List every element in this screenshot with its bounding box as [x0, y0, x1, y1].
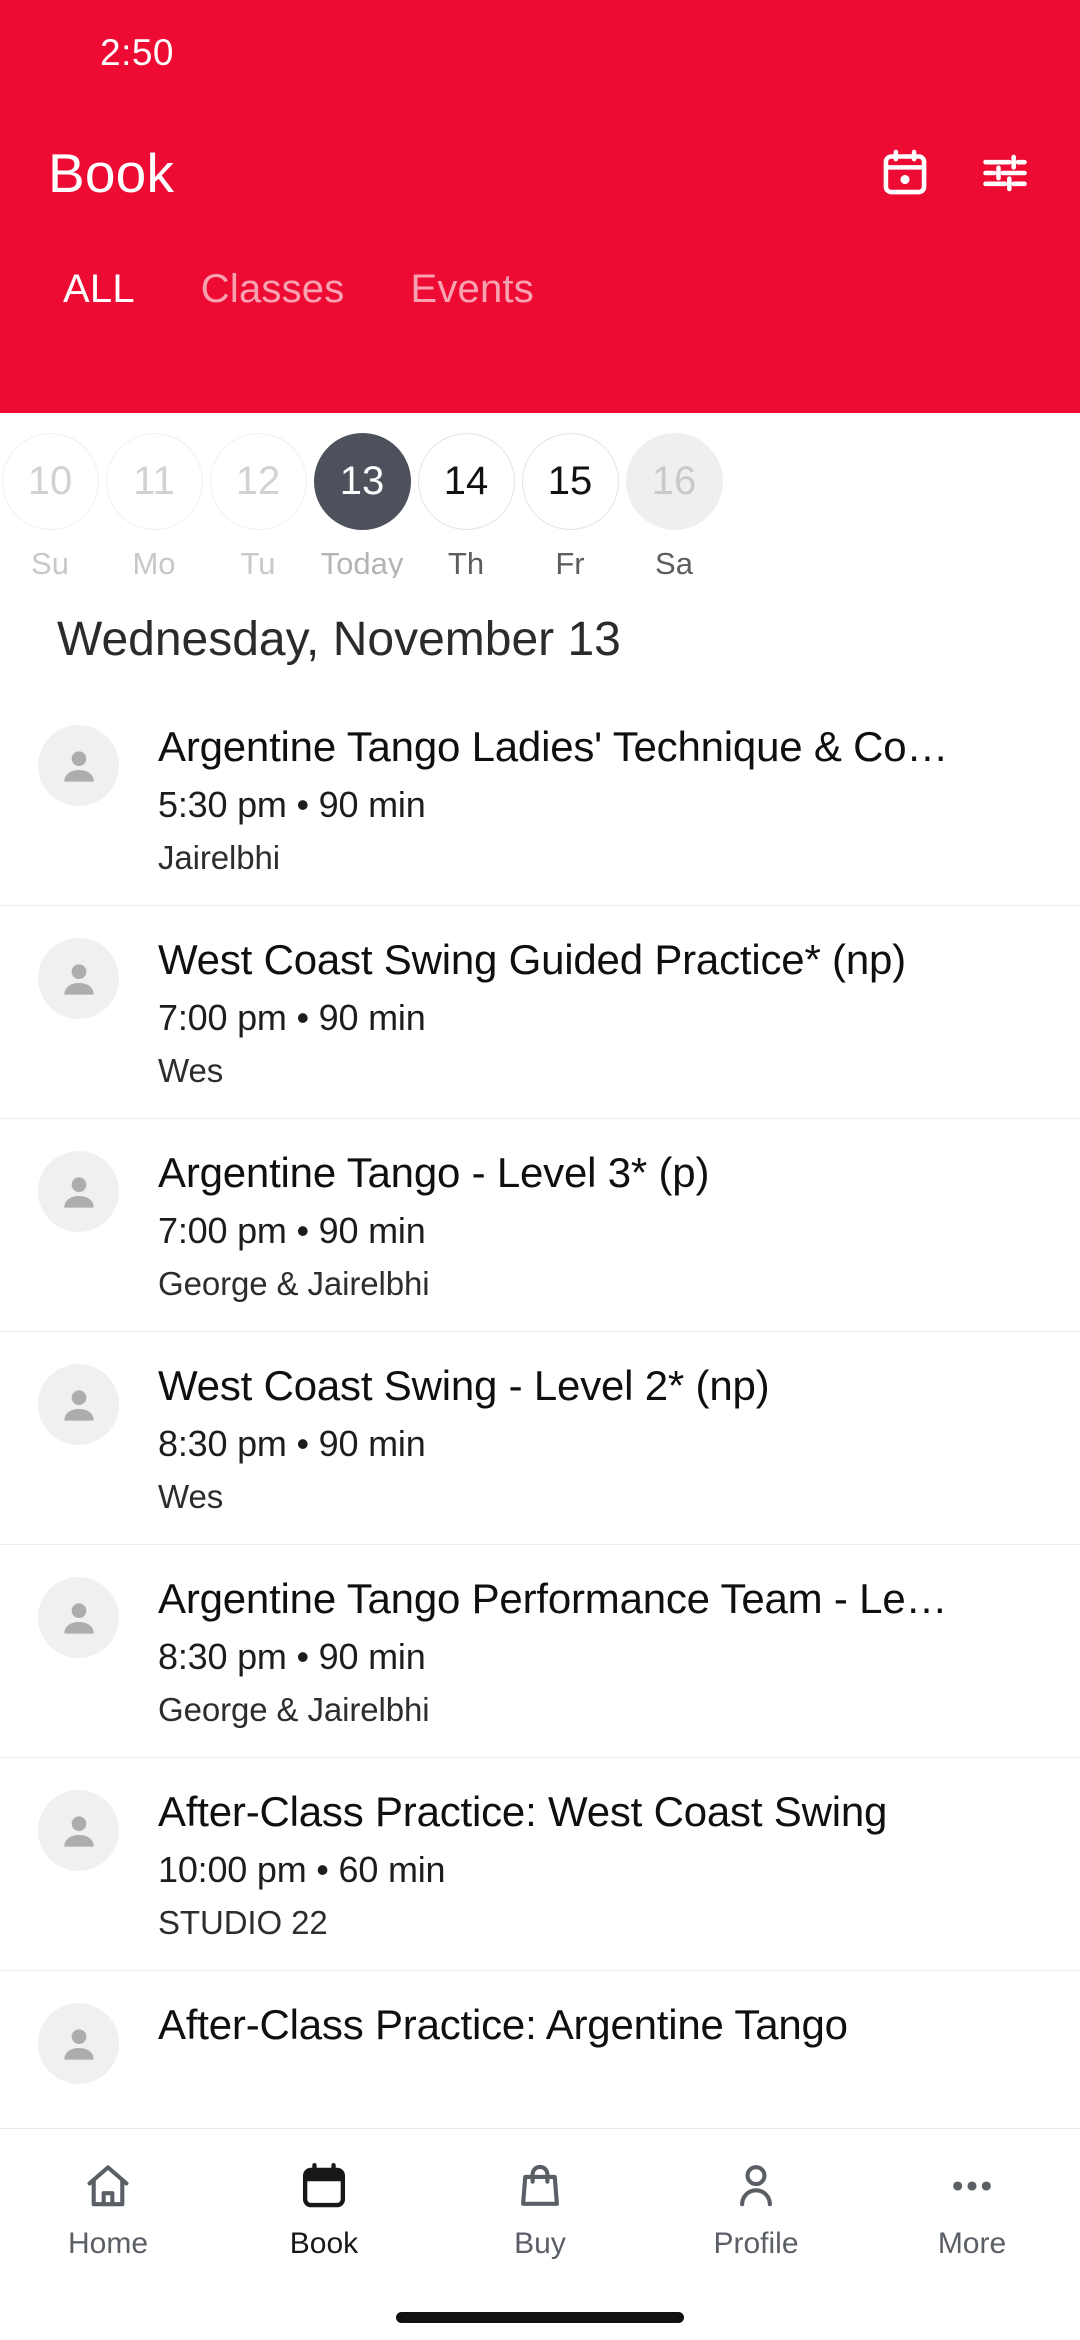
- home-indicator: [0, 2294, 1080, 2340]
- class-title: Argentine Tango Performance Team - Le…: [158, 1575, 948, 1622]
- class-time-duration: 5:30 pm • 90 min: [158, 784, 426, 825]
- class-title: West Coast Swing Guided Practice* (np): [158, 936, 906, 983]
- class-instructor: George & Jairelbhi: [158, 1691, 430, 1728]
- date-cell-10[interactable]: 10 Su: [0, 433, 102, 578]
- date-cell-16[interactable]: 16 Sa: [622, 433, 726, 578]
- class-list-item[interactable]: After-Class Practice: West Coast Swing 1…: [0, 1757, 1080, 1970]
- nav-item-more[interactable]: More: [864, 2155, 1080, 2261]
- status-bar-clock: 2:50: [100, 31, 175, 73]
- tab-all[interactable]: ALL: [30, 262, 168, 316]
- home-icon: [82, 2155, 134, 2217]
- category-tabs: ALL Classes Events: [0, 262, 1080, 316]
- date-weekday-label: Mo: [132, 546, 176, 578]
- date-circle-selected[interactable]: 13: [313, 433, 411, 530]
- class-list-item[interactable]: West Coast Swing - Level 2* (np) 8:30 pm…: [0, 1331, 1080, 1544]
- class-details: After-Class Practice: West Coast Swing 1…: [119, 1786, 1050, 1942]
- avatar: [38, 938, 119, 1019]
- avatar: [38, 1577, 119, 1658]
- filter-icon[interactable]: [974, 142, 1036, 204]
- date-cell-11[interactable]: 11 Mo: [102, 433, 206, 578]
- class-instructor: Wes: [158, 1052, 224, 1089]
- class-title: Argentine Tango - Level 3* (p): [158, 1149, 710, 1196]
- app-header: 2:50 Book ALL Classes Events: [0, 0, 1080, 413]
- class-list-item-partial[interactable]: After-Class Practice: Argentine Tango: [0, 1970, 1080, 2113]
- nav-label: Buy: [514, 2227, 566, 2260]
- class-time-duration: 8:30 pm • 90 min: [158, 1423, 426, 1464]
- tab-events[interactable]: Events: [377, 262, 567, 316]
- nav-item-home[interactable]: Home: [0, 2155, 216, 2261]
- tab-classes[interactable]: Classes: [168, 262, 378, 316]
- date-weekday-label: Fr: [555, 546, 585, 578]
- date-weekday-label: Today: [320, 546, 404, 578]
- date-weekday-label: Th: [447, 546, 485, 578]
- status-bar: 2:50: [0, 0, 1080, 105]
- date-circle[interactable]: 11: [105, 433, 203, 530]
- date-weekday-label: Su: [31, 546, 69, 578]
- class-title: After-Class Practice: West Coast Swing: [158, 1788, 888, 1835]
- date-picker-strip[interactable]: 10 Su 11 Mo 12 Tu 13 Today 14 Th 15 Fr 1…: [0, 413, 1080, 578]
- nav-label: Book: [289, 2227, 359, 2260]
- ellipsis-icon: [946, 2155, 998, 2217]
- date-cell-15[interactable]: 15 Fr: [518, 433, 622, 578]
- nav-item-profile[interactable]: Profile: [648, 2155, 864, 2261]
- class-instructor: STUDIO 22: [158, 1904, 328, 1941]
- class-details: Argentine Tango Ladies' Technique & Co… …: [119, 721, 1050, 877]
- class-time-duration: 10:00 pm • 60 min: [158, 1849, 446, 1890]
- avatar: [38, 1364, 119, 1445]
- nav-label: Home: [67, 2227, 149, 2260]
- person-icon: [730, 2155, 782, 2217]
- date-weekday-label: Tu: [240, 546, 276, 578]
- selected-date-heading: Wednesday, November 13: [57, 613, 621, 666]
- class-instructor: Wes: [158, 1478, 224, 1515]
- avatar: [38, 2003, 119, 2084]
- date-circle[interactable]: 10: [1, 433, 99, 530]
- class-instructor: George & Jairelbhi: [158, 1265, 430, 1302]
- app-bar-actions: [874, 142, 1036, 204]
- date-circle[interactable]: 15: [521, 433, 619, 530]
- bottom-nav-items: Home Book Buy Profile More: [0, 2129, 1080, 2294]
- calendar-icon: [298, 2155, 350, 2217]
- nav-item-book[interactable]: Book: [216, 2155, 432, 2261]
- nav-label: More: [937, 2227, 1007, 2260]
- nav-item-buy[interactable]: Buy: [432, 2155, 648, 2261]
- date-cell-14[interactable]: 14 Th: [414, 433, 518, 578]
- class-details: After-Class Practice: Argentine Tango: [119, 1999, 1050, 2051]
- class-list-item[interactable]: Argentine Tango Performance Team - Le… 8…: [0, 1544, 1080, 1757]
- class-title: Argentine Tango Ladies' Technique & Co…: [158, 723, 949, 770]
- app-screen: 2:50 Book ALL Classes Events 10 Su 11 Mo…: [0, 0, 1080, 2340]
- class-details: West Coast Swing - Level 2* (np) 8:30 pm…: [119, 1360, 1050, 1516]
- date-cell-12[interactable]: 12 Tu: [206, 433, 310, 578]
- avatar: [38, 1790, 119, 1871]
- class-list-item[interactable]: Argentine Tango Ladies' Technique & Co… …: [0, 693, 1080, 905]
- date-cell-13-today[interactable]: 13 Today: [310, 433, 414, 578]
- class-title: After-Class Practice: Argentine Tango: [158, 2001, 848, 2048]
- class-details: West Coast Swing Guided Practice* (np) 7…: [119, 934, 1050, 1090]
- class-title: West Coast Swing - Level 2* (np): [158, 1362, 770, 1409]
- app-bar: Book: [0, 105, 1080, 240]
- date-circle[interactable]: 12: [209, 433, 307, 530]
- class-instructor: Jairelbhi: [158, 839, 280, 876]
- calendar-icon[interactable]: [874, 142, 936, 204]
- class-list[interactable]: Argentine Tango Ladies' Technique & Co… …: [0, 693, 1080, 2340]
- page-title: Book: [48, 141, 175, 204]
- bottom-navigation: Home Book Buy Profile More: [0, 2128, 1080, 2340]
- class-details: Argentine Tango Performance Team - Le… 8…: [119, 1573, 1050, 1729]
- shopping-bag-icon: [514, 2155, 566, 2217]
- date-circle[interactable]: 16: [625, 433, 723, 530]
- date-weekday-label: Sa: [655, 546, 693, 578]
- date-circle[interactable]: 14: [417, 433, 515, 530]
- avatar: [38, 1151, 119, 1232]
- class-time-duration: 7:00 pm • 90 min: [158, 997, 426, 1038]
- class-time-duration: 7:00 pm • 90 min: [158, 1210, 426, 1251]
- class-details: Argentine Tango - Level 3* (p) 7:00 pm •…: [119, 1147, 1050, 1303]
- home-indicator-bar[interactable]: [396, 2311, 684, 2323]
- class-list-item[interactable]: West Coast Swing Guided Practice* (np) 7…: [0, 905, 1080, 1118]
- nav-label: Profile: [713, 2227, 799, 2260]
- class-list-item[interactable]: Argentine Tango - Level 3* (p) 7:00 pm •…: [0, 1118, 1080, 1331]
- class-time-duration: 8:30 pm • 90 min: [158, 1636, 426, 1677]
- avatar: [38, 725, 119, 806]
